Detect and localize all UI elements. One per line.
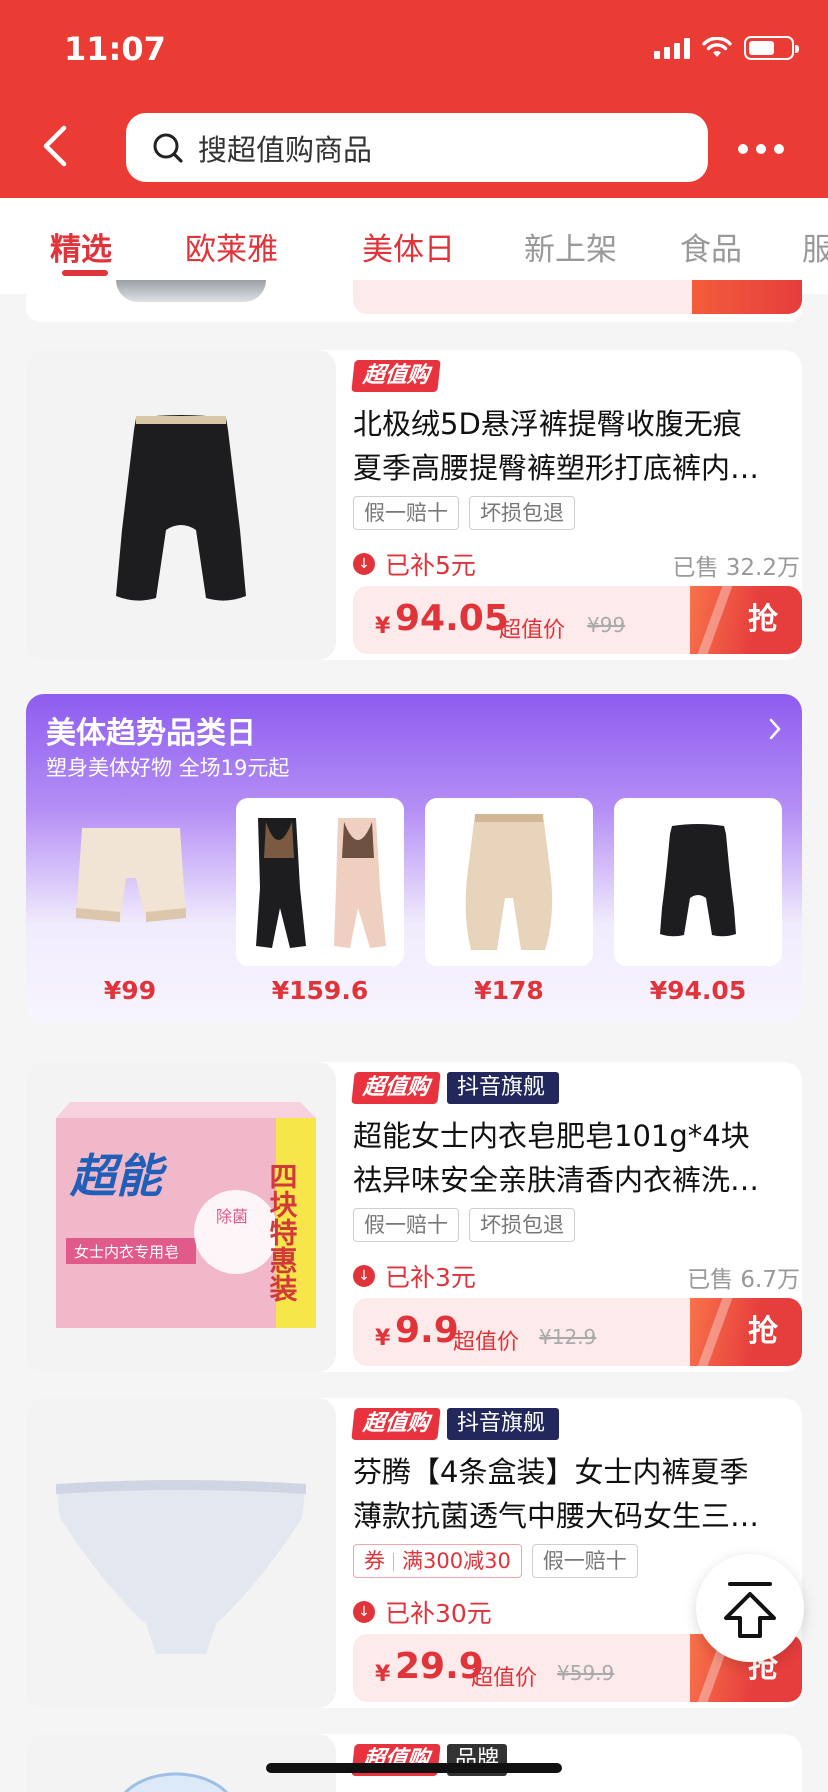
product-card[interactable]: 超能 女士内衣专用皂 除菌 四块特惠装 超值购 抖音旗舰 超能女士内衣皂肥皂10… bbox=[26, 1062, 802, 1372]
current-price: 94.05 bbox=[395, 598, 509, 639]
promo-item[interactable]: ¥99 bbox=[46, 798, 214, 1005]
svg-text:女士内衣专用皂: 女士内衣专用皂 bbox=[74, 1243, 179, 1261]
subsidy-info: ↓ 已补3元 bbox=[353, 1258, 476, 1294]
subsidy-info: ↓ 已补30元 bbox=[353, 1594, 492, 1630]
product-image: 超能 女士内衣专用皂 除菌 四块特惠装 bbox=[26, 1062, 336, 1372]
service-tags: 假一赔十 坏损包退 bbox=[353, 496, 575, 530]
promo-subtitle: 塑身美体好物 全场19元起 bbox=[46, 756, 290, 780]
status-icons bbox=[654, 36, 799, 60]
price-label: 超值价 bbox=[453, 1330, 520, 1355]
product-title: 芬腾【4条盒装】女士内裤夏季 薄款抗菌透气中腰大码女生三… bbox=[353, 1455, 760, 1533]
promo-item[interactable]: ¥94.05 bbox=[614, 798, 782, 1005]
product-card[interactable]: 超值购 抖音旗舰 芬腾【4条盒装】女士内裤夏季 薄款抗菌透气中腰大码女生三… 券… bbox=[26, 1398, 802, 1708]
price-label: 超值价 bbox=[471, 1666, 538, 1691]
current-price: 9.9 bbox=[395, 1310, 459, 1351]
promo-item[interactable]: ¥159.6 bbox=[236, 798, 404, 1005]
douyin-flagship-badge: 抖音旗舰 bbox=[447, 1408, 560, 1440]
down-arrow-icon: ↓ bbox=[353, 1601, 375, 1623]
grab-button[interactable]: 抢 bbox=[690, 586, 802, 654]
original-price: ¥59.9 bbox=[557, 1661, 615, 1685]
sold-count: 已售 6.7万 bbox=[687, 1267, 800, 1293]
search-input[interactable]: 搜超值购商品 bbox=[126, 113, 708, 182]
promo-banner[interactable]: 美体趋势品类日 塑身美体好物 全场19元起 ¥99 ¥159.6 ¥178 ¥9… bbox=[26, 694, 802, 1024]
search-icon bbox=[153, 133, 183, 163]
svg-text:四块特惠装: 四块特惠装 bbox=[266, 1162, 299, 1303]
sold-count: 已售 32.2万 bbox=[672, 555, 800, 581]
down-arrow-icon: ↓ bbox=[353, 1265, 375, 1287]
product-badges: 超值购 抖音旗舰 bbox=[351, 1408, 560, 1440]
coupon-tag[interactable]: 券满300减30 bbox=[353, 1544, 522, 1578]
battery-icon bbox=[744, 36, 799, 60]
service-tags: 假一赔十 坏损包退 bbox=[353, 1208, 575, 1242]
tag-damage-return: 坏损包退 bbox=[469, 496, 575, 530]
wifi-icon bbox=[702, 37, 732, 57]
promo-title: 美体趋势品类日 bbox=[46, 716, 256, 751]
promo-price: ¥178 bbox=[474, 976, 544, 1005]
more-options-icon[interactable] bbox=[738, 134, 788, 164]
product-image bbox=[26, 1398, 336, 1708]
status-time: 11:07 bbox=[64, 30, 166, 68]
down-arrow-icon: ↓ bbox=[353, 553, 375, 575]
subsidy-info: ↓ 已补5元 bbox=[353, 546, 476, 582]
promo-item-image bbox=[614, 798, 782, 966]
douyin-flagship-badge: 抖音旗舰 bbox=[447, 1072, 560, 1104]
tag-fake-compensation: 假一赔十 bbox=[353, 1208, 459, 1242]
original-price: ¥12.9 bbox=[539, 1325, 597, 1349]
service-tags: 券满300减30 假一赔十 bbox=[353, 1544, 638, 1578]
promo-item-image bbox=[46, 798, 214, 966]
back-arrow-icon[interactable] bbox=[38, 124, 78, 168]
promo-price: ¥159.6 bbox=[271, 976, 369, 1005]
tag-fake-compensation: 假一赔十 bbox=[353, 496, 459, 530]
chaozhigou-badge: 超值购 bbox=[351, 360, 441, 392]
tab-food[interactable]: 食品 bbox=[680, 224, 742, 269]
price-bar bbox=[353, 280, 802, 314]
tab-loreal[interactable]: 欧莱雅 bbox=[185, 224, 278, 269]
tab-clothing[interactable]: 服 bbox=[802, 224, 828, 269]
price-bar: ¥ 9.9 超值价 ¥12.9 抢 bbox=[353, 1298, 802, 1366]
promo-item[interactable]: ¥178 bbox=[425, 798, 593, 1005]
product-card[interactable]: 超值购 北极绒5D悬浮裤提臀收腹无痕 夏季高腰提臀裤塑形打底裤内… 假一赔十 坏… bbox=[26, 350, 802, 660]
svg-text:除菌: 除菌 bbox=[216, 1207, 248, 1226]
chaozhigou-badge: 超值购 bbox=[351, 1072, 441, 1104]
product-badges: 超值购 抖音旗舰 bbox=[351, 1072, 560, 1104]
price-label: 超值价 bbox=[499, 618, 566, 643]
promo-price: ¥99 bbox=[103, 976, 157, 1005]
home-indicator bbox=[266, 1763, 562, 1773]
original-price: ¥99 bbox=[587, 613, 626, 637]
product-image bbox=[26, 350, 336, 660]
tag-damage-return: 坏损包退 bbox=[469, 1208, 575, 1242]
price-bar: ¥ 94.05 超值价 ¥99 抢 bbox=[353, 586, 802, 654]
product-card-partial[interactable] bbox=[26, 280, 802, 322]
arrow-up-icon bbox=[724, 1582, 776, 1638]
search-placeholder: 搜超值购商品 bbox=[198, 132, 373, 167]
product-title: 北极绒5D悬浮裤提臀收腹无痕 夏季高腰提臀裤塑形打底裤内… bbox=[353, 407, 760, 485]
tab-new-arrivals[interactable]: 新上架 bbox=[524, 224, 617, 269]
promo-item-image bbox=[236, 798, 404, 966]
tab-body-day[interactable]: 美体日 bbox=[362, 224, 455, 269]
top-header: 11:07 搜超值购商品 bbox=[0, 0, 828, 198]
svg-text:超能: 超能 bbox=[69, 1149, 168, 1203]
chaozhigou-badge: 超值购 bbox=[351, 1408, 441, 1440]
tab-featured[interactable]: 精选 bbox=[50, 224, 112, 269]
tag-fake-compensation: 假一赔十 bbox=[531, 1544, 638, 1578]
product-image bbox=[116, 280, 266, 302]
promo-price: ¥94.05 bbox=[649, 976, 747, 1005]
product-title: 超能女士内衣皂肥皂101g*4块 祛异味安全亲肤清香内衣裤洗… bbox=[353, 1119, 760, 1197]
product-badges: 超值购 bbox=[351, 360, 441, 392]
active-tab-indicator bbox=[62, 270, 108, 276]
promo-item-image bbox=[425, 798, 593, 966]
back-to-top-button[interactable] bbox=[696, 1554, 804, 1662]
grab-button[interactable]: 抢 bbox=[690, 1298, 802, 1366]
chevron-right-icon[interactable] bbox=[764, 714, 786, 744]
cellular-signal-icon bbox=[654, 37, 690, 59]
